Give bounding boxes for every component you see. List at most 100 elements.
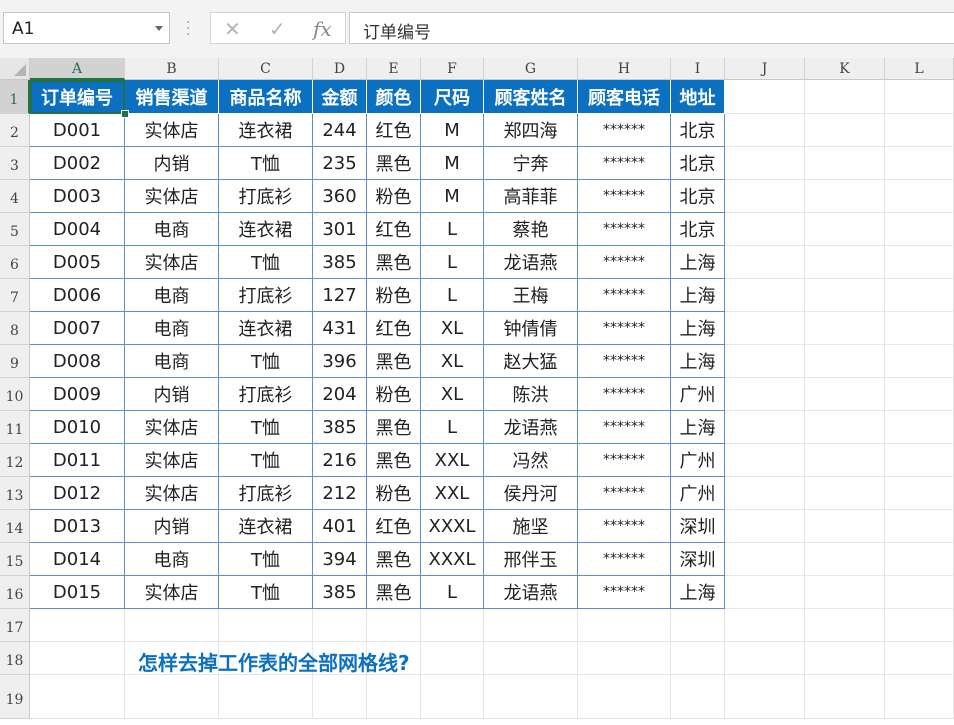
table-cell[interactable]: D014 — [30, 543, 125, 576]
empty-cell[interactable] — [725, 147, 805, 180]
table-cell[interactable]: 广州 — [671, 477, 725, 510]
empty-cell[interactable] — [805, 147, 885, 180]
table-cell[interactable]: 电商 — [125, 279, 219, 312]
table-header-cell[interactable]: 地址 — [671, 80, 725, 114]
table-cell[interactable]: 396 — [313, 345, 367, 378]
table-cell[interactable]: 邢伴玉 — [484, 543, 578, 576]
table-cell[interactable]: 打底衫 — [219, 279, 313, 312]
empty-cell[interactable] — [805, 543, 885, 576]
table-cell[interactable]: ****** — [578, 378, 671, 411]
table-cell[interactable]: M — [421, 147, 484, 180]
column-header-b[interactable]: B — [125, 58, 219, 80]
table-cell[interactable]: 黑色 — [367, 147, 421, 180]
table-cell[interactable]: D002 — [30, 147, 125, 180]
table-cell[interactable]: 粉色 — [367, 477, 421, 510]
empty-cell[interactable] — [885, 378, 954, 411]
table-cell[interactable]: 北京 — [671, 114, 725, 147]
table-cell[interactable]: D005 — [30, 246, 125, 279]
table-cell[interactable]: 广州 — [671, 378, 725, 411]
table-cell[interactable]: 电商 — [125, 543, 219, 576]
table-cell[interactable]: L — [421, 576, 484, 609]
empty-cell[interactable] — [725, 378, 805, 411]
empty-cell[interactable] — [725, 246, 805, 279]
empty-cell[interactable] — [367, 609, 421, 642]
empty-cell[interactable] — [885, 80, 954, 114]
table-cell[interactable]: 实体店 — [125, 180, 219, 213]
table-cell[interactable]: 深圳 — [671, 510, 725, 543]
table-cell[interactable]: 内销 — [125, 510, 219, 543]
empty-cell[interactable] — [125, 609, 219, 642]
table-cell[interactable]: D009 — [30, 378, 125, 411]
table-cell[interactable]: 黑色 — [367, 246, 421, 279]
table-cell[interactable]: ****** — [578, 510, 671, 543]
empty-cell[interactable] — [484, 609, 578, 642]
empty-cell[interactable] — [725, 312, 805, 345]
table-cell[interactable]: T恤 — [219, 246, 313, 279]
empty-cell[interactable] — [725, 510, 805, 543]
row-header-16[interactable]: 16 — [0, 576, 30, 609]
empty-cell[interactable] — [805, 675, 885, 719]
empty-cell[interactable] — [313, 609, 367, 642]
table-cell[interactable]: 龙语燕 — [484, 246, 578, 279]
column-header-l[interactable]: L — [885, 58, 954, 80]
table-cell[interactable]: 龙语燕 — [484, 576, 578, 609]
row-header-11[interactable]: 11 — [0, 411, 30, 444]
table-cell[interactable]: ****** — [578, 345, 671, 378]
table-cell[interactable]: 红色 — [367, 312, 421, 345]
table-cell[interactable]: ****** — [578, 312, 671, 345]
table-cell[interactable]: 385 — [313, 246, 367, 279]
empty-cell[interactable] — [578, 609, 671, 642]
table-cell[interactable]: D012 — [30, 477, 125, 510]
table-cell[interactable]: T恤 — [219, 543, 313, 576]
table-header-cell[interactable]: 顾客姓名 — [484, 80, 578, 114]
table-cell[interactable]: 360 — [313, 180, 367, 213]
table-cell[interactable]: 施坚 — [484, 510, 578, 543]
empty-cell[interactable] — [885, 576, 954, 609]
table-cell[interactable]: ****** — [578, 147, 671, 180]
empty-cell[interactable] — [421, 609, 484, 642]
empty-cell[interactable] — [885, 147, 954, 180]
empty-cell[interactable] — [885, 180, 954, 213]
empty-cell[interactable] — [885, 312, 954, 345]
table-cell[interactable]: T恤 — [219, 345, 313, 378]
empty-cell[interactable] — [484, 675, 578, 719]
row-header-8[interactable]: 8 — [0, 312, 30, 345]
name-box[interactable]: A1 — [3, 12, 170, 44]
empty-cell[interactable] — [805, 213, 885, 246]
table-cell[interactable]: 394 — [313, 543, 367, 576]
empty-cell[interactable] — [725, 80, 805, 114]
column-header-j[interactable]: J — [725, 58, 805, 80]
empty-cell[interactable] — [578, 642, 671, 675]
empty-cell[interactable] — [805, 246, 885, 279]
empty-cell[interactable] — [725, 642, 805, 675]
table-header-cell[interactable]: 颜色 — [367, 80, 421, 114]
table-cell[interactable]: 上海 — [671, 246, 725, 279]
table-cell[interactable]: 打底衫 — [219, 378, 313, 411]
table-cell[interactable]: XXXL — [421, 510, 484, 543]
empty-cell[interactable] — [725, 609, 805, 642]
table-cell[interactable]: 212 — [313, 477, 367, 510]
empty-cell[interactable] — [805, 114, 885, 147]
name-box-dropdown-icon[interactable] — [155, 26, 163, 31]
column-header-f[interactable]: F — [421, 58, 484, 80]
empty-cell[interactable] — [805, 642, 885, 675]
fill-handle[interactable] — [121, 110, 129, 118]
table-cell[interactable]: XXL — [421, 477, 484, 510]
table-cell[interactable]: XXXL — [421, 543, 484, 576]
empty-cell[interactable] — [885, 642, 954, 675]
empty-cell[interactable] — [671, 675, 725, 719]
row-header-4[interactable]: 4 — [0, 180, 30, 213]
column-header-c[interactable]: C — [219, 58, 313, 80]
table-cell[interactable]: XXL — [421, 444, 484, 477]
insert-function-icon[interactable]: fx — [313, 17, 332, 41]
table-cell[interactable]: 北京 — [671, 180, 725, 213]
table-cell[interactable]: D004 — [30, 213, 125, 246]
table-cell[interactable]: XL — [421, 345, 484, 378]
empty-cell[interactable] — [885, 279, 954, 312]
row-header-1[interactable]: 1 — [0, 80, 30, 114]
table-header-cell[interactable]: 订单编号 — [30, 80, 125, 114]
table-cell[interactable]: D006 — [30, 279, 125, 312]
empty-cell[interactable] — [313, 675, 367, 719]
empty-cell[interactable] — [421, 642, 484, 675]
empty-cell[interactable] — [725, 213, 805, 246]
